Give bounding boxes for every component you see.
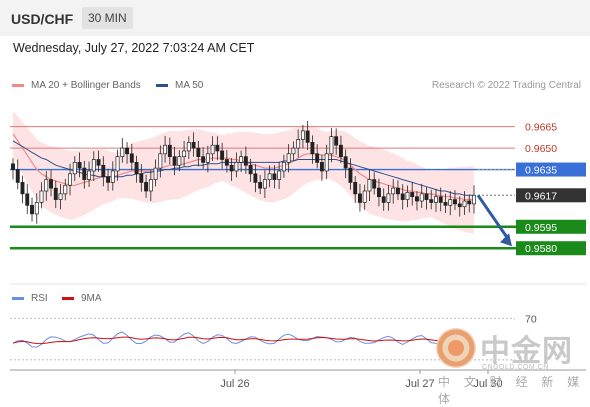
x-tick-label: Jul 26 xyxy=(220,378,249,390)
candle xyxy=(20,175,25,204)
level-label-0.9580: 0.9580 xyxy=(525,243,557,255)
level-label-0.9650: 0.9650 xyxy=(525,143,557,155)
watermark: 中金网 CNGOLD.COM.CN 中 文 财 经 新 媒 体 xyxy=(432,326,590,406)
bollinger-band xyxy=(13,110,474,234)
level-label-0.9617: 0.9617 xyxy=(525,190,557,202)
level-labels: 0.9665 0.9650 0.9635 0.9617 0.9595 0.9580 xyxy=(516,119,586,256)
candle xyxy=(30,197,34,222)
level-label-0.9595: 0.9595 xyxy=(525,222,557,234)
candle xyxy=(25,184,30,215)
x-tick-label: Jul 27 xyxy=(405,378,434,390)
watermark-subtitle: 中 文 财 经 新 媒 体 xyxy=(438,375,585,406)
level-label-0.9665: 0.9665 xyxy=(525,122,557,134)
forecast-arrow xyxy=(476,194,512,247)
cngold-logo-icon xyxy=(436,328,476,368)
level-label-0.9635: 0.9635 xyxy=(525,165,557,177)
rsi-70-label: 70 xyxy=(525,313,537,325)
forecast-arrow-shaft xyxy=(476,194,511,242)
watermark-url: CNGOLD.COM.CN xyxy=(482,364,549,371)
candle xyxy=(11,158,15,180)
bollinger-area xyxy=(13,110,474,234)
